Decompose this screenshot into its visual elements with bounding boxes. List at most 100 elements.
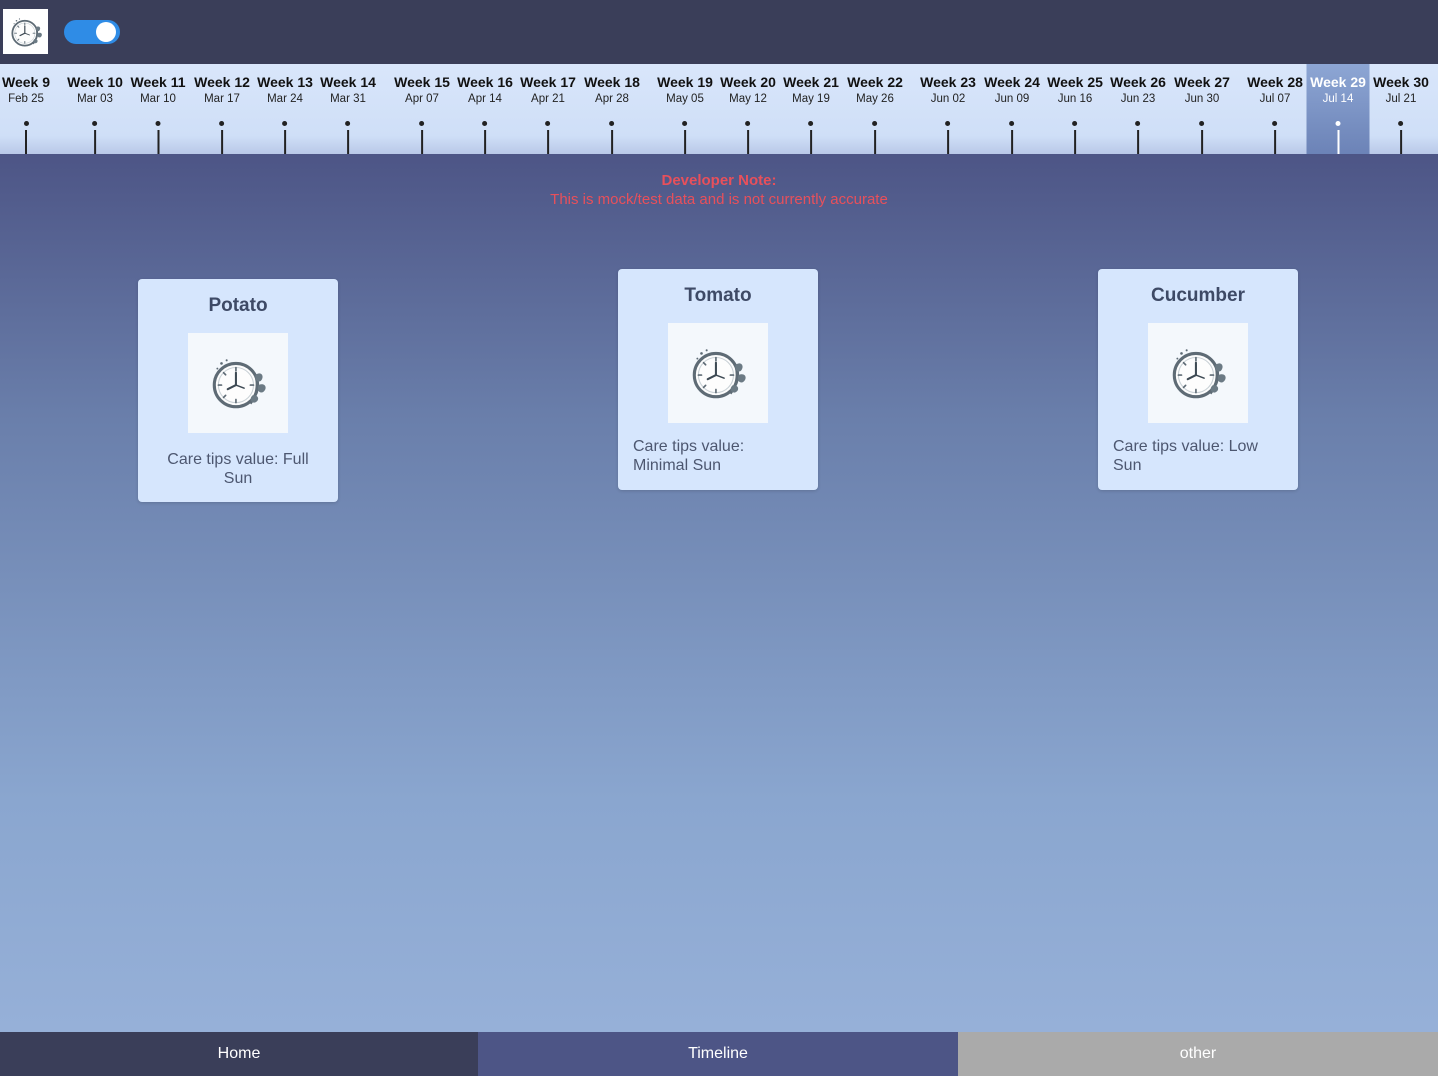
timeline-tick: [221, 130, 223, 154]
timeline-dot: [545, 121, 551, 126]
timeline-week[interactable]: Week 16 Apr 14: [457, 64, 513, 154]
week-date: Apr 21: [531, 93, 565, 105]
week-label: Week 16: [457, 74, 513, 90]
plant-image: [188, 333, 288, 433]
timeline-dot: [92, 121, 98, 126]
timeline-tick: [1400, 130, 1402, 154]
nav-tab-other[interactable]: other: [958, 1032, 1438, 1076]
plant-card-tomato[interactable]: Tomato Care tips value: Minimal Sun: [618, 269, 818, 490]
week-label: Week 20: [720, 74, 776, 90]
timeline-week[interactable]: Week 20 May 12: [720, 64, 776, 154]
timeline-dot: [682, 121, 688, 126]
timeline-dot: [419, 121, 425, 126]
nav-tab-home[interactable]: Home: [0, 1032, 478, 1076]
week-label: Week 24: [984, 74, 1040, 90]
week-date: Jun 02: [930, 93, 966, 105]
top-app-bar: [0, 0, 1438, 64]
timeline-tick: [547, 130, 549, 154]
timeline-dot: [1072, 121, 1078, 126]
week-date: May 19: [792, 93, 830, 105]
week-label: Week 22: [847, 74, 903, 90]
timeline-dot: [155, 121, 161, 126]
timeline-week[interactable]: Week 27 Jun 30: [1174, 64, 1230, 154]
timeline-tick: [1274, 130, 1276, 154]
week-label: Week 23: [920, 74, 976, 90]
timeline-week[interactable]: Week 17 Apr 21: [520, 64, 576, 154]
timeline-week[interactable]: Week 23 Jun 02: [920, 64, 976, 154]
timeline-week[interactable]: Week 14 Mar 31: [320, 64, 376, 154]
week-date: Jun 30: [1184, 93, 1220, 105]
timeline-week[interactable]: Week 28 Jul 07: [1247, 64, 1303, 154]
timeline-tick: [347, 130, 349, 154]
week-label: Week 18: [584, 74, 640, 90]
week-date: Jul 14: [1322, 93, 1354, 105]
week-label: Week 29: [1310, 74, 1366, 90]
timeline-week[interactable]: Week 24 Jun 09: [984, 64, 1040, 154]
timeline-dot: [609, 121, 615, 126]
timeline-tick: [947, 130, 949, 154]
week-date: Jul 07: [1259, 93, 1291, 105]
week-timeline[interactable]: Week 9 Feb 25 Week 10 Mar 03 Week 11 Mar 10 We…: [0, 64, 1438, 154]
timeline-tick: [421, 130, 423, 154]
week-date: May 05: [666, 93, 704, 105]
timeline-week[interactable]: Week 22 May 26: [847, 64, 903, 154]
timeline-week[interactable]: Week 26 Jun 23: [1110, 64, 1166, 154]
app-logo[interactable]: [3, 9, 48, 54]
timeline-tick: [611, 130, 613, 154]
timeline-week[interactable]: Week 19 May 05: [657, 64, 713, 154]
timeline-week[interactable]: Week 10 Mar 03: [67, 64, 123, 154]
week-date: Mar 17: [204, 93, 240, 105]
developer-note: Developer Note: This is mock/test data a…: [0, 171, 1438, 209]
week-label: Week 27: [1174, 74, 1230, 90]
timeline-tick: [25, 130, 27, 154]
timeline-dot: [1009, 121, 1015, 126]
timeline-week[interactable]: Week 15 Apr 07: [394, 64, 450, 154]
plant-name: Potato: [208, 295, 268, 316]
plant-name: Cucumber: [1151, 285, 1245, 306]
developer-note-text: This is mock/test data and is not curren…: [550, 191, 888, 208]
week-label: Week 9: [2, 74, 50, 90]
timeline-tick: [874, 130, 876, 154]
timeline-tick: [684, 130, 686, 154]
timeline-week[interactable]: Week 29 Jul 14: [1306, 64, 1370, 154]
timeline-dot: [282, 121, 288, 126]
timeline-week[interactable]: Week 11 Mar 10: [130, 64, 186, 154]
week-label: Week 14: [320, 74, 376, 90]
bottom-navigation: Home Timeline other: [0, 1032, 1438, 1076]
timeline-tick: [1201, 130, 1203, 154]
timeline-week[interactable]: Week 25 Jun 16: [1047, 64, 1103, 154]
week-label: Week 15: [394, 74, 450, 90]
week-date: May 12: [729, 93, 767, 105]
week-date: Apr 28: [595, 93, 629, 105]
nav-tab-timeline[interactable]: Timeline: [478, 1032, 958, 1076]
timeline-dot: [1272, 121, 1278, 126]
timeline-dot: [345, 121, 351, 126]
week-label: Week 28: [1247, 74, 1303, 90]
mode-toggle[interactable]: [64, 20, 120, 44]
timeline-week[interactable]: Week 21 May 19: [783, 64, 839, 154]
timeline-week[interactable]: Week 30 Jul 21: [1373, 64, 1429, 154]
timeline-week[interactable]: Week 18 Apr 28: [584, 64, 640, 154]
plant-name: Tomato: [684, 285, 752, 306]
care-tips: Care tips value: Minimal Sun: [633, 438, 745, 474]
timeline-week[interactable]: Week 12 Mar 17: [194, 64, 250, 154]
week-label: Week 30: [1373, 74, 1429, 90]
week-date: Mar 10: [140, 93, 176, 105]
timeline-week[interactable]: Week 13 Mar 24: [257, 64, 313, 154]
plant-card-cucumber[interactable]: Cucumber Care tips value: Low Sun: [1098, 269, 1298, 490]
week-label: Week 11: [130, 74, 186, 90]
timeline-tick: [1074, 130, 1076, 154]
plant-image: [1148, 323, 1248, 423]
clock-leaf-icon: [1165, 340, 1231, 406]
week-date: Feb 25: [8, 93, 44, 105]
week-label: Week 21: [783, 74, 839, 90]
clock-leaf-icon: [205, 350, 271, 416]
week-label: Week 13: [257, 74, 313, 90]
plant-card-potato[interactable]: Potato Care tips value: Full Sun: [138, 279, 338, 502]
timeline-tick: [284, 130, 286, 154]
timeline-tick: [156, 130, 159, 154]
week-date: Jun 16: [1057, 93, 1093, 105]
timeline-week[interactable]: Week 9 Feb 25: [2, 64, 50, 154]
care-tips: Care tips value: Low Sun: [1113, 438, 1258, 474]
timeline-tick: [484, 130, 486, 154]
